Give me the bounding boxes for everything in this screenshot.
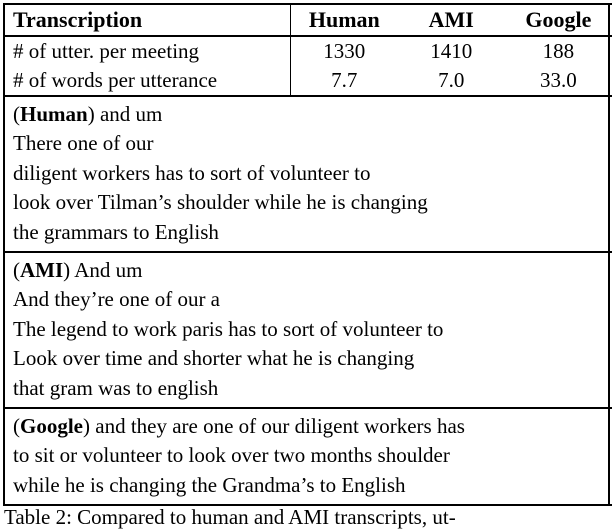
stat-label-utterances-per-meeting: # of utter. per meeting	[5, 36, 291, 66]
transcript-first-line-text: And um	[70, 257, 143, 282]
table-row: # of utter. per meeting 1330 1410 188	[5, 36, 612, 66]
transcript-line: while he is changing the Grandma’s to En…	[13, 472, 406, 497]
transcript-line: the grammars to English	[13, 219, 219, 244]
stat-value-google-words: 33.0	[540, 68, 577, 92]
table-row: # of words per utterance 7.7 7.0 33.0	[5, 66, 612, 96]
table-header-row: Transcription Human AMI Google	[5, 4, 612, 36]
speaker-prefix-close: )	[87, 102, 95, 126]
transcript-line: Look over time and shorter what he is ch…	[13, 346, 415, 371]
transcript-line: that gram was to english	[13, 375, 219, 400]
transcript-block-google: (Google) and they are one of our diligen…	[5, 408, 612, 505]
stat-value-ami-utterances: 1410	[430, 39, 473, 63]
transcript-table: Transcription Human AMI Google # of utte…	[5, 3, 612, 506]
transcript-block-human: (Human) and um There one of our diligent…	[5, 96, 612, 252]
transcript-block-google-row: (Google) and they are one of our diligen…	[5, 407, 612, 506]
transcript-line: (Human) and um	[13, 100, 612, 129]
header-column-google: Google	[525, 7, 592, 32]
transcript-block-ami: (AMI) And um And they’re one of our a Th…	[5, 252, 612, 408]
header-column-human: Human	[308, 7, 380, 32]
stat-value-human-utterances: 1330	[323, 39, 366, 63]
transcript-table-container: Transcription Human AMI Google # of utte…	[3, 3, 612, 507]
transcript-first-line-text: and they are one of our diligent workers…	[90, 413, 465, 438]
transcript-line: (AMI) And um	[13, 256, 612, 285]
transcript-block-human-row: (Human) and um There one of our diligent…	[5, 96, 612, 252]
speaker-label-google: Google	[20, 413, 83, 438]
stat-label-words-per-utterance: # of words per utterance	[5, 66, 291, 96]
stat-value-ami-words: 7.0	[438, 68, 465, 92]
transcript-line: And they’re one of our a	[13, 287, 221, 312]
speaker-label-ami: AMI	[20, 257, 64, 282]
transcript-line: There one of our	[13, 131, 154, 156]
speaker-prefix-open: (	[13, 102, 20, 126]
stat-value-human-words: 7.7	[331, 68, 358, 92]
stat-value-google-utterances: 188	[542, 39, 575, 63]
transcript-line: (Google) and they are one of our diligen…	[13, 412, 612, 441]
header-column-ami: AMI	[428, 7, 474, 32]
transcript-line: look over Tilman’s shoulder while he is …	[13, 190, 428, 215]
transcript-line: diligent workers has to sort of voluntee…	[13, 160, 371, 185]
transcript-first-line-text: and um	[94, 102, 163, 126]
table-caption: Table 2: Compared to human and AMI trans…	[4, 505, 456, 529]
transcript-line: The legend to work paris has to sort of …	[13, 316, 444, 341]
speaker-prefix-close: )	[83, 413, 90, 438]
speaker-label-human: Human	[20, 102, 88, 126]
figure-page: Transcription Human AMI Google # of utte…	[0, 0, 614, 529]
speaker-prefix-open: (	[13, 257, 20, 282]
transcript-block-ami-row: (AMI) And um And they’re one of our a Th…	[5, 251, 612, 408]
speaker-prefix-open: (	[13, 413, 20, 438]
header-transcription-label: Transcription	[5, 4, 291, 36]
transcript-line: to sit or volunteer to look over two mon…	[13, 443, 450, 468]
